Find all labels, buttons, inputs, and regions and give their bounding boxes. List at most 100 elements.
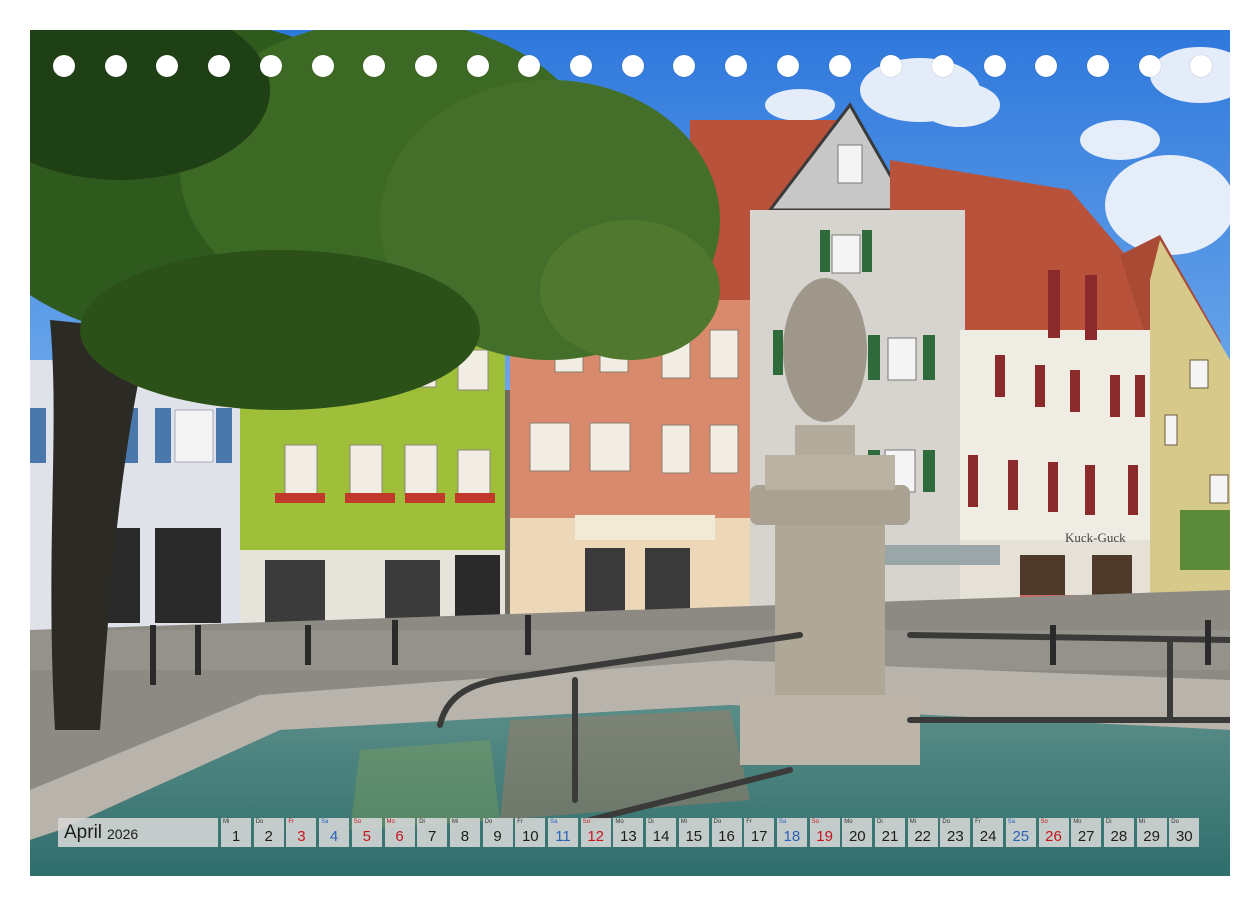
day-cell: Mo 6: [384, 818, 415, 847]
day-cell: Sa 4: [319, 818, 350, 847]
day-cell: Mi 29: [1136, 818, 1167, 847]
calendar-strip: April 2026 Mi 1 Do 2 Fr 3 Sa 4 So 5 Mo 6 Di 7 Mi 8 Do 9 Fr…: [58, 818, 1208, 847]
binding-hole: [931, 55, 954, 77]
day-number: 9: [493, 828, 502, 845]
day-number: 29: [1143, 828, 1160, 845]
weekday-label: Do: [255, 819, 264, 825]
weekday-label: So: [353, 819, 362, 825]
binding-hole: [776, 55, 799, 77]
day-number: 17: [750, 828, 768, 845]
day-cell: Mi 8: [449, 818, 480, 847]
binding-hole: [725, 55, 748, 77]
day-number: 3: [297, 828, 306, 845]
calendar-photo: Kuck-Guck: [30, 30, 1230, 876]
day-cell: Mo 27: [1071, 818, 1102, 847]
day-cell: So 5: [351, 818, 382, 847]
shop-sign: Kuck-Guck: [1065, 530, 1126, 545]
binding-hole: [208, 55, 231, 77]
binding-hole: [466, 55, 489, 77]
binding-holes: [30, 55, 1230, 79]
day-cell: Mi 1: [221, 818, 251, 847]
weekday-label: Mo: [844, 819, 853, 825]
day-number: 28: [1110, 828, 1128, 845]
day-number: 23: [947, 828, 964, 845]
weekday-label: Mo: [615, 819, 624, 825]
day-cell: Fr 10: [515, 818, 546, 847]
binding-hole: [983, 55, 1006, 77]
day-number: 19: [816, 828, 833, 845]
day-cell: Do 2: [253, 818, 284, 847]
day-number: 11: [555, 828, 571, 845]
binding-hole: [363, 55, 386, 77]
weekday-label: So: [582, 819, 591, 825]
day-number: 27: [1077, 828, 1095, 845]
binding-hole: [104, 55, 127, 77]
weekday-label: Fr: [975, 819, 981, 825]
binding-hole: [53, 55, 75, 77]
weekday-label: Mo: [1073, 819, 1082, 825]
day-number: 14: [652, 828, 670, 845]
weekday-label: Mi: [909, 819, 917, 825]
day-number: 13: [620, 828, 637, 845]
day-cell: Mo 20: [842, 818, 873, 847]
day-cell: Di 14: [646, 818, 677, 847]
weekday-label: Do: [713, 819, 722, 825]
weekday-label: Do: [1171, 819, 1179, 825]
binding-hole: [1035, 55, 1058, 77]
day-number: 12: [587, 828, 605, 845]
weekday-label: Sa: [321, 819, 329, 825]
weekday-label: Fr: [517, 819, 523, 825]
weekday-label: Di: [648, 819, 654, 825]
day-number: 10: [521, 828, 539, 845]
day-cell: Sa 25: [1005, 818, 1036, 847]
weekday-label: Do: [484, 819, 493, 825]
day-cell: Do 30: [1169, 818, 1200, 847]
weekday-label: Di: [1105, 819, 1112, 825]
day-number: 22: [914, 828, 932, 845]
day-cell: So 19: [809, 818, 840, 847]
binding-hole: [259, 55, 282, 77]
day-cell: Mi 22: [907, 818, 938, 847]
day-number: 1: [231, 828, 241, 845]
binding-hole: [518, 55, 541, 77]
weekday-label: Sa: [778, 819, 787, 825]
weekday-label: Sa: [550, 819, 558, 825]
day-number: 4: [329, 828, 339, 845]
day-number: 16: [718, 828, 735, 845]
day-cell: Mi 15: [678, 818, 709, 847]
day-cell: Do 9: [482, 818, 513, 847]
day-number: 21: [881, 828, 899, 845]
day-cell: So 26: [1038, 818, 1069, 847]
day-number: 7: [428, 828, 437, 845]
binding-hole: [673, 55, 696, 77]
day-cell: Sa 18: [776, 818, 807, 847]
day-cell: Sa 11: [548, 818, 578, 847]
day-number: 6: [395, 828, 404, 845]
binding-hole: [156, 55, 179, 77]
month-year: 2026: [107, 826, 139, 842]
weekday-label: Mo: [386, 819, 395, 825]
weekday-label: Mi: [223, 819, 230, 825]
day-cell: So 12: [580, 818, 611, 847]
weekday-label: So: [811, 819, 819, 825]
month-name: April: [64, 821, 103, 843]
day-number: 5: [362, 828, 371, 845]
binding-hole: [311, 55, 334, 77]
binding-hole: [828, 55, 851, 77]
binding-hole: [880, 55, 903, 77]
day-cell: Fr 17: [744, 818, 775, 847]
day-cell: Di 7: [417, 818, 448, 847]
day-number: 8: [460, 828, 470, 845]
binding-hole: [1138, 55, 1161, 77]
weekday-label: Mi: [680, 819, 688, 825]
day-cell: Di 21: [875, 818, 905, 847]
binding-hole: [570, 55, 592, 77]
weekday-label: Sa: [1007, 819, 1016, 825]
day-number: 26: [1045, 828, 1062, 845]
month-label: April 2026: [58, 818, 218, 847]
day-number: 15: [685, 828, 703, 845]
day-number: 18: [783, 828, 801, 845]
day-cell: Mo 13: [613, 818, 644, 847]
day-cell: Do 23: [940, 818, 971, 847]
day-number: 30: [1175, 828, 1193, 845]
